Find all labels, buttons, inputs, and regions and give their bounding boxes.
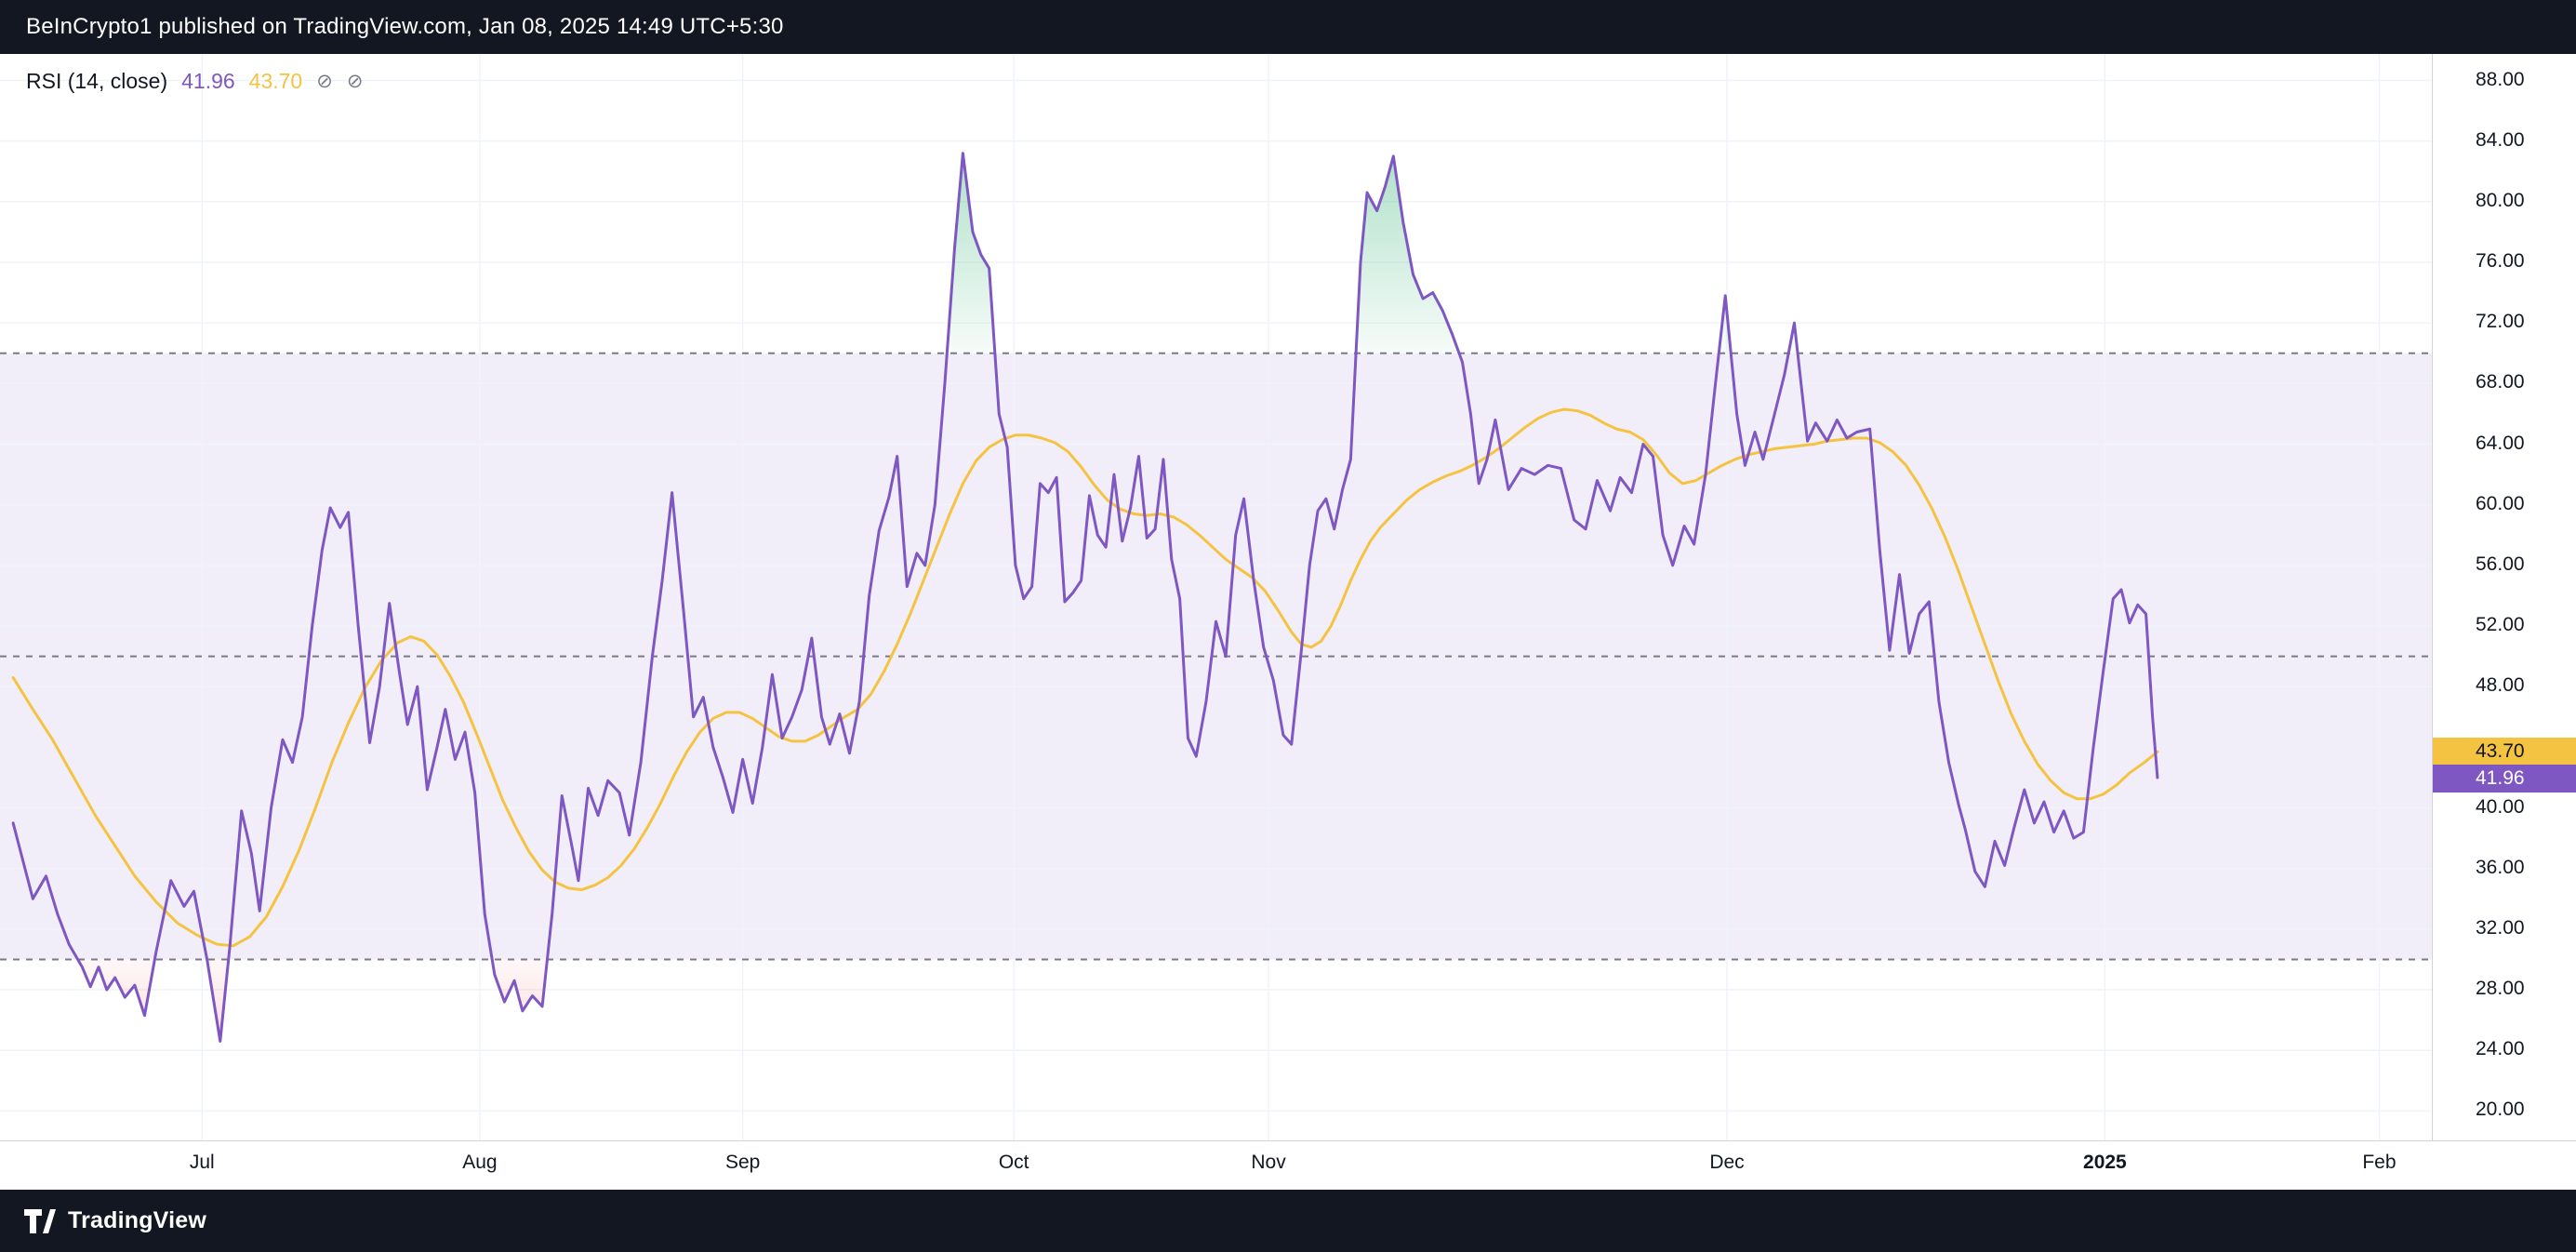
x-axis-label: Dec (1709, 1152, 1744, 1174)
y-axis-label: 80.00 (2476, 190, 2525, 212)
chart-pane: RSI (14, close) 41.96 43.70 ⊘ ⊘ 88.00 84.… (0, 54, 2576, 1190)
publish-bar: BeInCrypto1 published on TradingView.com… (0, 0, 2576, 54)
y-axis-label: 76.00 (2476, 250, 2525, 273)
y-axis-label: 64.00 (2476, 433, 2525, 455)
y-axis-label: 20.00 (2476, 1099, 2525, 1121)
indicator-title[interactable]: RSI (14, close) (26, 69, 167, 94)
time-axis[interactable]: Jul Aug Sep Oct Nov Dec 2025 Feb (0, 1152, 2432, 1185)
y-axis-label: 88.00 (2476, 69, 2525, 91)
x-axis-label: Nov (1251, 1152, 1285, 1174)
price-axis[interactable]: 88.00 84.00 80.00 76.00 72.00 68.00 64.00 60.00… (2432, 54, 2576, 1140)
muted-source-icon: ⊘ (347, 70, 364, 93)
y-axis-label: 48.00 (2476, 674, 2525, 697)
ma-value: 43.70 (249, 69, 303, 94)
x-axis-label: Jul (190, 1152, 215, 1174)
y-axis-label: 28.00 (2476, 978, 2525, 1000)
axis-value-badge: 43.70 (2433, 738, 2576, 766)
plot-svg[interactable] (0, 54, 2432, 1190)
x-axis-label: Aug (462, 1152, 497, 1174)
muted-source-icon: ⊘ (316, 70, 333, 93)
y-axis-label: 40.00 (2476, 796, 2525, 819)
y-axis-label: 32.00 (2476, 917, 2525, 939)
y-axis-label: 84.00 (2476, 129, 2525, 152)
tradingview-link[interactable]: TradingView (24, 1207, 206, 1234)
y-axis-label: 56.00 (2476, 553, 2525, 576)
x-axis-label: Feb (2362, 1152, 2396, 1174)
y-axis-label: 68.00 (2476, 371, 2525, 393)
x-axis-label: 2025 (2083, 1152, 2127, 1174)
x-axis-label: Oct (999, 1152, 1029, 1174)
tradingview-logo (24, 1209, 56, 1233)
rsi-value: 41.96 (181, 69, 235, 94)
time-axis-separator (0, 1140, 2576, 1141)
publish-text: BeInCrypto1 published on TradingView.com… (26, 14, 784, 40)
y-axis-label: 36.00 (2476, 857, 2525, 879)
axis-value-badge: 41.96 (2433, 765, 2576, 792)
indicator-legend: RSI (14, close) 41.96 43.70 ⊘ ⊘ (26, 69, 363, 94)
y-axis-label: 52.00 (2476, 614, 2525, 636)
y-axis-label: 72.00 (2476, 311, 2525, 333)
footer-bar: TradingView (0, 1190, 2576, 1252)
footer-brand-text: TradingView (68, 1207, 206, 1234)
x-axis-label: Sep (725, 1152, 760, 1174)
y-axis-label: 24.00 (2476, 1038, 2525, 1060)
y-axis-label: 60.00 (2476, 493, 2525, 515)
